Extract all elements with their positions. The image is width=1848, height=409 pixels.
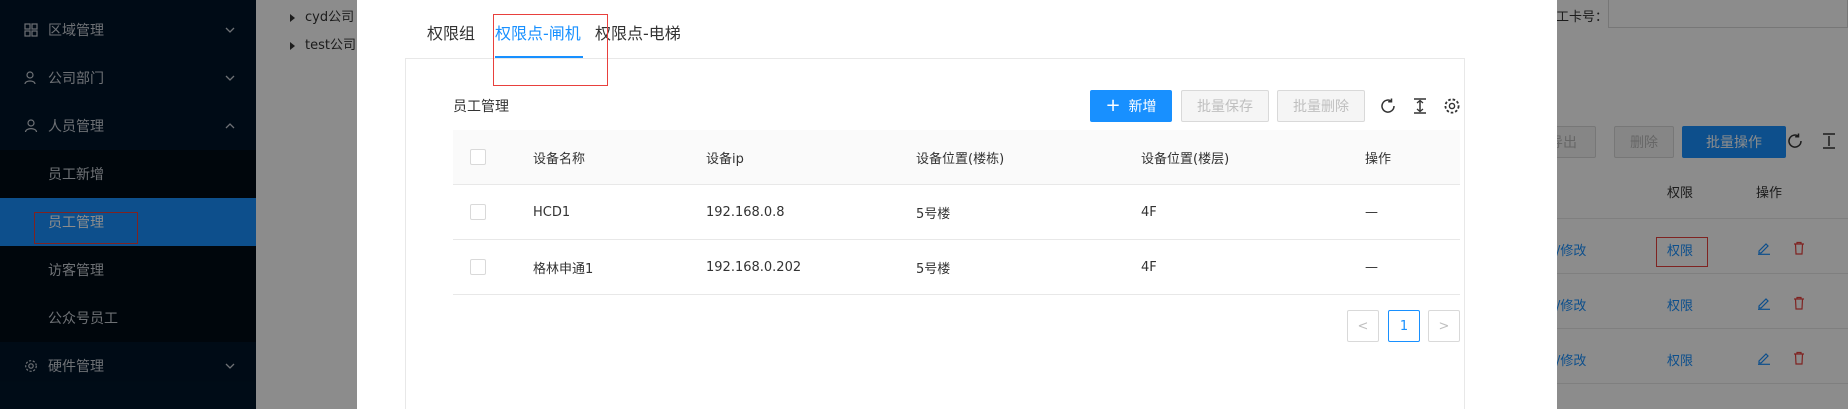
batch-save-button[interactable]: 批量保存: [1181, 90, 1269, 122]
device-building: 5号楼: [916, 261, 951, 277]
row-action: —: [1365, 259, 1378, 275]
row-checkbox[interactable]: [470, 259, 486, 275]
page-1-button[interactable]: 1: [1388, 310, 1420, 342]
column-header: 设备位置(楼层): [1141, 151, 1230, 167]
batch-delete-button[interactable]: 批量删除: [1277, 90, 1365, 122]
device-ip: 192.168.0.8: [706, 204, 785, 220]
device-ip: 192.168.0.202: [706, 259, 802, 275]
refresh-icon[interactable]: [1379, 97, 1397, 115]
table-row[interactable]: 格林申通1 192.168.0.202 5号楼 4F —: [453, 240, 1460, 295]
row-checkbox[interactable]: [470, 204, 486, 220]
table-row[interactable]: HCD1 192.168.0.8 5号楼 4F —: [453, 185, 1460, 240]
column-header: 设备ip: [706, 151, 744, 167]
add-button[interactable]: + 新增: [1090, 90, 1172, 122]
tab-permission-group[interactable]: 权限组: [427, 20, 475, 44]
device-name: 格林申通1: [533, 261, 594, 277]
column-header: 设备位置(楼栋): [916, 151, 1005, 167]
row-action: —: [1365, 204, 1378, 220]
device-floor: 4F: [1141, 259, 1157, 275]
select-all-checkbox[interactable]: [470, 149, 486, 165]
prev-page-button[interactable]: <: [1347, 310, 1379, 342]
device-floor: 4F: [1141, 204, 1157, 220]
device-building: 5号楼: [916, 206, 951, 222]
settings-icon[interactable]: [1443, 97, 1461, 115]
column-header: 操作: [1365, 151, 1392, 167]
device-name: HCD1: [533, 204, 571, 220]
add-button-label: 新增: [1128, 99, 1157, 115]
column-height-icon[interactable]: [1411, 97, 1429, 115]
column-header: 设备名称: [533, 151, 586, 167]
card-title: 员工管理: [453, 99, 509, 115]
plus-icon: +: [1105, 95, 1121, 116]
next-page-button[interactable]: >: [1428, 310, 1460, 342]
table-header: 设备名称 设备ip 设备位置(楼栋) 设备位置(楼层) 操作: [453, 130, 1460, 185]
